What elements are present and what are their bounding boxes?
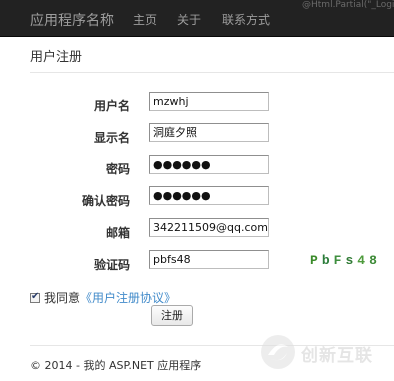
register-button[interactable]: 注册 xyxy=(151,305,193,326)
user-agreement-link[interactable]: 《用户注册协议》 xyxy=(80,291,176,305)
footer-copyright: © 2014 - 我的 ASP.NET 应用程序 xyxy=(30,359,202,372)
captcha-char: s xyxy=(345,253,358,268)
navbar-brand[interactable]: 应用程序名称 xyxy=(30,10,114,30)
nav-link-home[interactable]: 主页 xyxy=(133,11,157,28)
agree-prefix: 我同意 xyxy=(44,291,81,305)
password-input[interactable]: ●●●●●● xyxy=(149,155,269,174)
login-partial-text: @Html.Partial("_LoginPa xyxy=(302,0,394,10)
captcha-image[interactable]: PbFs48 xyxy=(310,253,381,268)
navbar: 应用程序名称 主页 关于 联系方式 @Html.Partial("_LoginP… xyxy=(0,0,394,37)
title-divider xyxy=(30,72,394,73)
captcha-char: 8 xyxy=(369,253,381,268)
username-label: 用户名 xyxy=(93,99,130,113)
confirm-password-input[interactable]: ●●●●●● xyxy=(149,186,269,205)
checkmark-icon: ✔ xyxy=(31,291,40,302)
watermark-text: 创新互联 xyxy=(301,346,373,366)
email-label: 邮箱 xyxy=(105,226,130,240)
display-name-input[interactable]: 洞庭夕照 xyxy=(149,123,269,142)
password-label: 密码 xyxy=(105,162,130,176)
agreement-row: ✔ 我同意《用户注册协议》 xyxy=(30,289,176,306)
username-input[interactable]: mzwhj xyxy=(149,92,269,111)
page-title: 用户注册 xyxy=(30,50,83,65)
captcha-char: b xyxy=(321,253,334,268)
nav-link-contact[interactable]: 联系方式 xyxy=(222,11,270,28)
verification-code-input[interactable]: pbfs48 xyxy=(149,250,269,269)
watermark: 创新互联 xyxy=(259,333,389,373)
captcha-char: 4 xyxy=(357,253,370,268)
captcha-char: P xyxy=(310,253,322,268)
nav-link-about[interactable]: 关于 xyxy=(177,11,201,28)
confirm-password-label: 确认密码 xyxy=(81,194,130,208)
captcha-char: F xyxy=(333,253,346,268)
page: 应用程序名称 主页 关于 联系方式 @Html.Partial("_LoginP… xyxy=(0,0,394,381)
watermark-logo-icon xyxy=(261,335,295,369)
verification-code-label: 验证码 xyxy=(93,258,130,272)
display-name-label: 显示名 xyxy=(93,131,130,145)
agree-checkbox[interactable]: ✔ xyxy=(30,291,40,303)
email-input[interactable]: 342211509@qq.com xyxy=(149,218,269,237)
